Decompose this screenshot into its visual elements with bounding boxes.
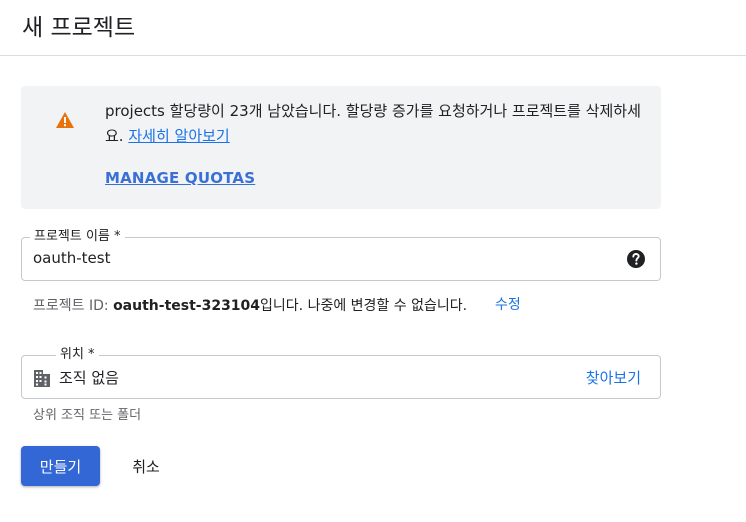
cancel-button[interactable]: 취소: [114, 446, 178, 486]
project-name-field[interactable]: 프로젝트 이름 * oauth-test: [21, 228, 661, 281]
project-name-label: 프로젝트 이름 *: [30, 228, 125, 246]
location-field[interactable]: 위치 * 조직 없음 찾아보기: [21, 346, 661, 399]
quota-message: projects 할당량이 23개 남았습니다. 할당량 증가를 요청하거나 프…: [105, 99, 650, 149]
help-circle-icon[interactable]: [626, 249, 646, 269]
building-icon: [34, 370, 50, 387]
page-title: 새 프로젝트: [22, 15, 136, 41]
warning-icon: [56, 112, 74, 128]
location-value: 조직 없음: [59, 369, 119, 387]
project-id-prefix: 프로젝트 ID:: [33, 298, 109, 314]
page-header: 새 프로젝트: [0, 0, 746, 56]
project-id-suffix: 입니다. 나중에 변경할 수 없습니다.: [260, 298, 468, 314]
quota-warning-banner: projects 할당량이 23개 남았습니다. 할당량 증가를 요청하거나 프…: [21, 86, 661, 209]
create-button[interactable]: 만들기: [21, 446, 100, 486]
project-id-value: oauth-test-323104: [113, 298, 261, 314]
browse-location-button[interactable]: 찾아보기: [586, 367, 641, 388]
project-id-text: 프로젝트 ID: oauth-test-323104입니다. 나중에 변경할 수…: [33, 295, 467, 315]
edit-project-id-button[interactable]: 수정: [495, 294, 521, 314]
manage-quotas-link[interactable]: MANAGE QUOTAS: [105, 169, 255, 187]
location-helper-text: 상위 조직 또는 폴더: [33, 408, 142, 423]
learn-more-link[interactable]: 자세히 알아보기: [128, 127, 229, 145]
location-label: 위치 *: [56, 346, 99, 364]
project-name-input[interactable]: oauth-test: [33, 249, 110, 267]
